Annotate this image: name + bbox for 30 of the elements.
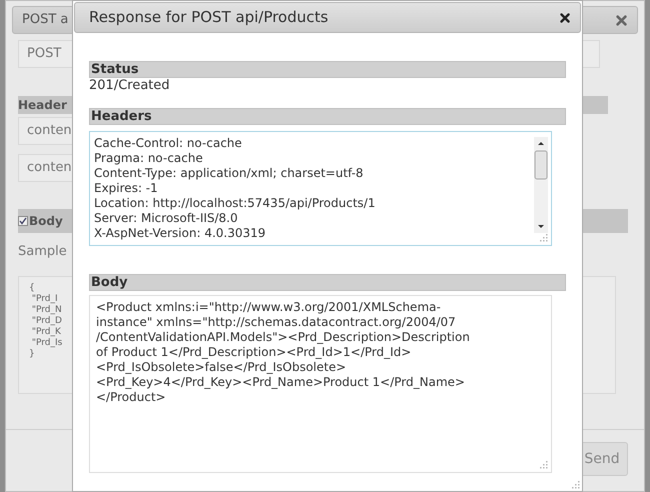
- dialog-title: POST a: [22, 11, 68, 30]
- checkbox[interactable]: [18, 216, 28, 226]
- dialog-title: Response for POST api/Products: [89, 7, 328, 28]
- section-header: Body: [89, 274, 566, 291]
- body-line: <Product xmlns:i="http://www.w3.org/2001/XMLSchema-: [96, 300, 442, 315]
- body-line: <Prd_IsObsolete>false</Prd_IsObsolete>: [96, 360, 348, 375]
- section-label: Body: [29, 213, 63, 230]
- status-text: 201/Created: [89, 78, 171, 93]
- body-line: instance" xmlns="http://schemas.datacontract.org/2004/07: [96, 315, 457, 330]
- header-line: Pragma: no-cache: [94, 151, 204, 166]
- headers-field[interactable]: Cache-Control: no-cache Pragma: no-cache Content-Type: application/xml; charset=utf-8 Expires: -1 Location: http://localhost:57435/api/Products/1 Server: Microsoft-IIS/8.0 X-AspNet-Version: 4.0.30319: [89, 131, 552, 246]
- body-field[interactable]: [89, 295, 552, 473]
- scrollbar[interactable]: [534, 137, 548, 233]
- body-line: of Product 1</Prd_Description><Prd_Id>1</Prd_Id>: [96, 345, 412, 360]
- resize-grip-icon[interactable]: [539, 460, 548, 469]
- section-header: Status: [89, 61, 566, 78]
- body-line: /ContentValidationAPI.Models"><Prd_Description>Description: [96, 330, 471, 345]
- sample-label: Sample: [18, 243, 68, 261]
- header-line: X-AspNet-Version: 4.0.30319: [94, 226, 267, 241]
- body-line: <Prd_Key>4</Prd_Key><Prd_Name>Product 1</Prd_Name>: [96, 375, 466, 390]
- header-line: Content-Type: application/xml; charset=utf-8: [94, 166, 364, 181]
- resize-grip-icon[interactable]: [539, 233, 548, 242]
- section-header: Headers: [89, 108, 566, 125]
- header-line: Location: http://localhost:57435/api/Products/1: [94, 196, 376, 211]
- header-line: Expires: -1: [94, 181, 159, 196]
- close-icon[interactable]: [560, 12, 570, 22]
- header-line: Cache-Control: no-cache: [94, 136, 243, 151]
- body-line: </Product>: [96, 390, 167, 405]
- resize-grip-icon[interactable]: [571, 480, 580, 489]
- header-line: Server: Microsoft-IIS/8.0: [94, 211, 239, 226]
